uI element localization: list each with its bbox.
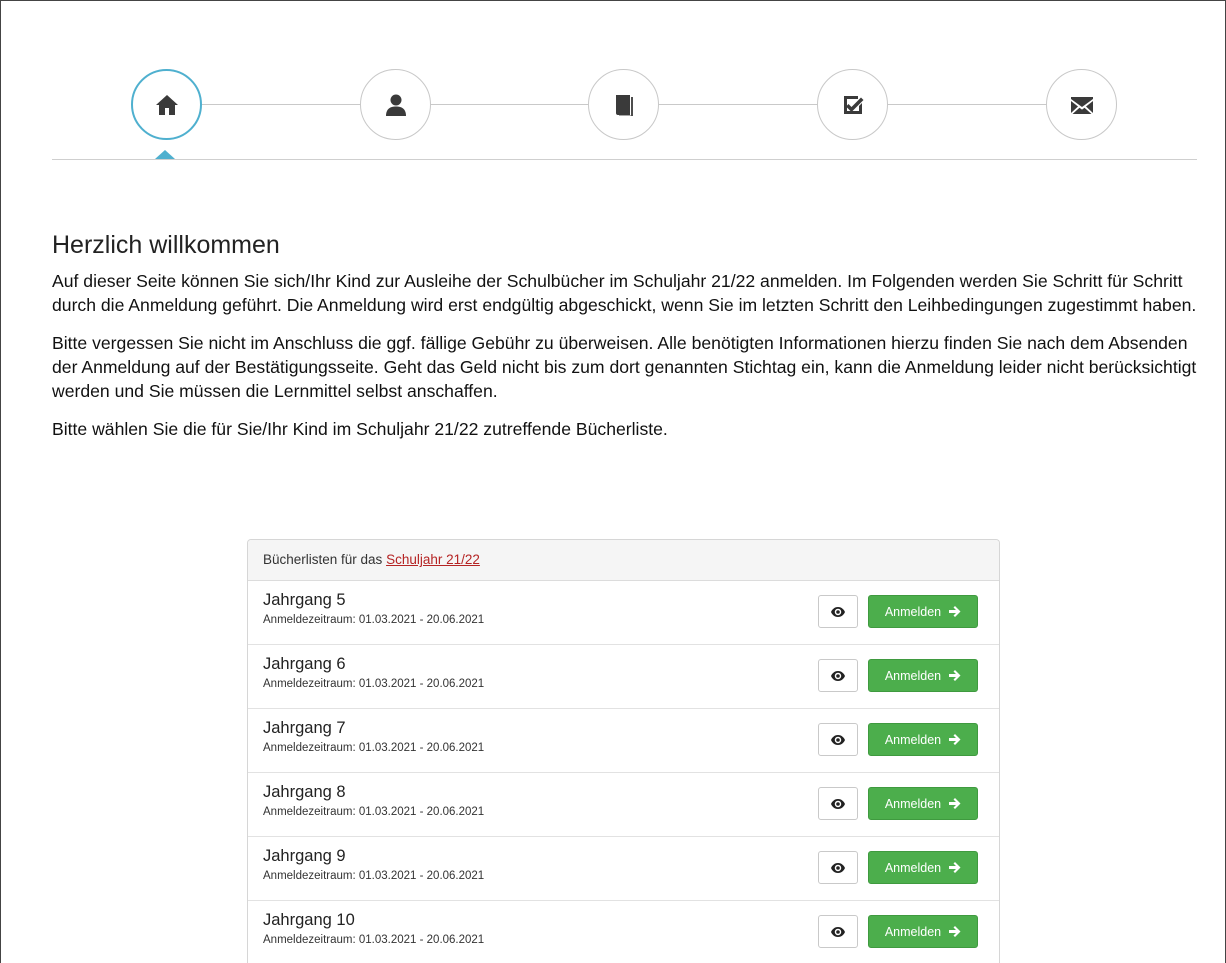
register-button-label: Anmelden (884, 732, 942, 747)
step-books[interactable] (588, 69, 659, 140)
panel-heading: Bücherlisten für das Schuljahr 21/22 (248, 540, 999, 581)
eye-icon (831, 606, 845, 617)
step-confirm[interactable] (817, 69, 888, 140)
preview-button[interactable] (818, 915, 858, 948)
panel-heading-label: Bücherlisten für das (263, 552, 387, 567)
check-icon (843, 95, 863, 114)
list-item-jahrgang-1: Jahrgang 6 Anmeldezeitraum: 01.03.2021 -… (248, 645, 999, 709)
register-button-label: Anmelden (884, 860, 942, 875)
intro-paragraph-3: Bitte wählen Sie die für Sie/Ihr Kind im… (52, 419, 668, 439)
intro-section: Herzlich willkommen Auf dieser Seite kön… (52, 230, 1202, 441)
arrow-right-icon (949, 606, 961, 617)
register-button[interactable]: Anmelden (868, 659, 978, 692)
book-list: Jahrgang 5 Anmeldezeitraum: 01.03.2021 -… (248, 581, 999, 963)
register-button-label: Anmelden (884, 924, 942, 939)
register-button[interactable]: Anmelden (868, 595, 978, 628)
wizard-baseline (52, 159, 1197, 160)
preview-button[interactable] (818, 851, 858, 884)
wizard-steps (52, 68, 1197, 162)
eye-icon (831, 670, 845, 681)
envelope-icon (1070, 96, 1093, 114)
school-year-link[interactable]: Schuljahr 21/22 (386, 552, 480, 567)
register-button[interactable]: Anmelden (868, 915, 978, 948)
register-button[interactable]: Anmelden (868, 723, 978, 756)
user-icon (385, 94, 406, 116)
list-item-jahrgang-0: Jahrgang 5 Anmeldezeitraum: 01.03.2021 -… (248, 581, 999, 645)
intro-paragraph-2: Bitte vergessen Sie nicht im Anschluss d… (52, 333, 1197, 401)
register-button-label: Anmelden (884, 668, 942, 683)
preview-button[interactable] (818, 595, 858, 628)
step-send[interactable] (1046, 69, 1117, 140)
home-icon (155, 94, 178, 115)
arrow-right-icon (949, 926, 961, 937)
arrow-right-icon (949, 798, 961, 809)
eye-icon (831, 734, 845, 745)
preview-button[interactable] (818, 659, 858, 692)
list-item-jahrgang-5: Jahrgang 10 Anmeldezeitraum: 01.03.2021 … (248, 901, 999, 963)
intro-paragraph-1: Auf dieser Seite können Sie sich/Ihr Kin… (52, 271, 1197, 315)
preview-button[interactable] (818, 787, 858, 820)
eye-icon (831, 798, 845, 809)
book-list-panel: Bücherlisten für das Schuljahr 21/22 Jah… (247, 539, 1000, 963)
list-item-jahrgang-3: Jahrgang 8 Anmeldezeitraum: 01.03.2021 -… (248, 773, 999, 837)
book-icon (615, 94, 633, 116)
eye-icon (831, 926, 845, 937)
preview-button[interactable] (818, 723, 858, 756)
active-step-indicator (155, 150, 175, 159)
register-button-label: Anmelden (884, 604, 942, 619)
register-button[interactable]: Anmelden (868, 787, 978, 820)
step-home[interactable] (131, 69, 202, 140)
arrow-right-icon (949, 670, 961, 681)
register-button-label: Anmelden (884, 796, 942, 811)
arrow-right-icon (949, 862, 961, 873)
eye-icon (831, 862, 845, 873)
list-item-jahrgang-2: Jahrgang 7 Anmeldezeitraum: 01.03.2021 -… (248, 709, 999, 773)
step-user[interactable] (360, 69, 431, 140)
page-title: Herzlich willkommen (52, 231, 280, 259)
arrow-right-icon (949, 734, 961, 745)
register-button[interactable]: Anmelden (868, 851, 978, 884)
list-item-jahrgang-4: Jahrgang 9 Anmeldezeitraum: 01.03.2021 -… (248, 837, 999, 901)
